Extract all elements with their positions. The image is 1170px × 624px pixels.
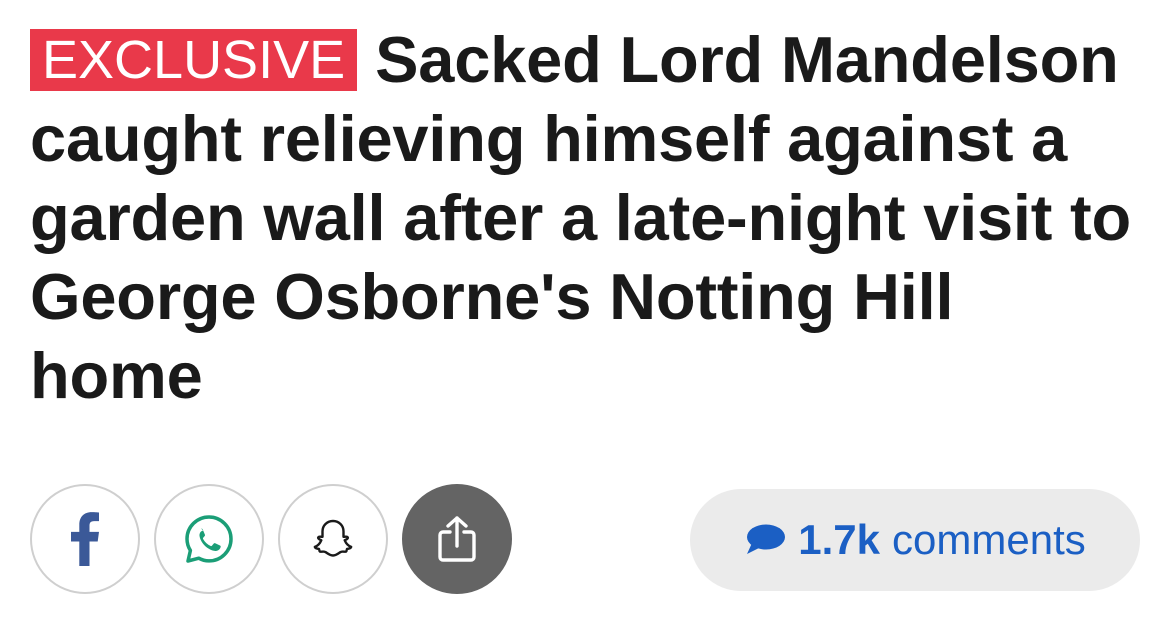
whatsapp-icon [183,513,235,565]
comments-button[interactable]: 1.7k comments [690,489,1140,591]
share-bar [30,484,512,596]
comments-count: 1.7k [798,516,881,563]
comment-bubble-icon [744,523,786,557]
snapchat-icon [311,517,355,561]
share-icon [435,514,479,564]
article-headline: EXCLUSIVE Sacked Lord Mandelson caught re… [30,20,1140,415]
exclusive-badge: EXCLUSIVE [30,29,358,91]
facebook-share-button[interactable] [30,484,140,594]
whatsapp-share-button[interactable] [154,484,264,594]
comments-label: comments [892,516,1086,563]
facebook-icon [70,512,100,566]
snapchat-share-button[interactable] [278,484,388,594]
share-more-button[interactable] [402,484,512,594]
